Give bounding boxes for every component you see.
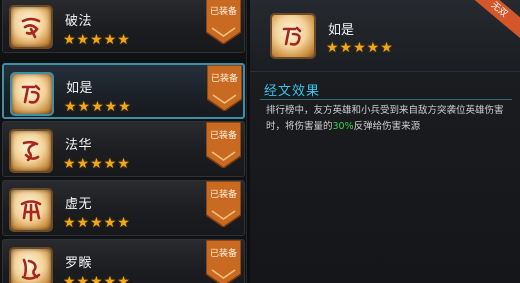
detail-rating-stars: ★★★★★ bbox=[326, 40, 394, 56]
rune-luohou-icon bbox=[9, 247, 53, 283]
rune-rushi-icon bbox=[10, 72, 54, 116]
detail-panel: 如是 ★★★★★ 无双 经文效果 排行榜中，友方英雄和小兵受到来自敌方突袭位英雄… bbox=[250, 0, 520, 283]
rating-stars: ★★★★★ bbox=[63, 156, 131, 172]
list-item[interactable]: 罗睺 ★★★★★ 已装备 bbox=[2, 239, 245, 283]
list-item[interactable]: 法华 ★★★★★ 已装备 bbox=[2, 121, 245, 177]
item-name: 破法 bbox=[65, 14, 93, 29]
item-name: 罗睺 bbox=[65, 256, 93, 271]
desc-text-end: 反弹给伤害来源 bbox=[353, 121, 421, 132]
rating-stars: ★★★★★ bbox=[63, 274, 131, 283]
scripture-list: 破法 ★★★★★ 已装备 如是 ★★★★★ 已装备 法华 ★★★★★ 已装备 虚… bbox=[0, 0, 247, 283]
ribbon-label: 无双 bbox=[488, 0, 510, 20]
rating-stars: ★★★★★ bbox=[63, 215, 131, 231]
rating-stars: ★★★★★ bbox=[64, 99, 132, 115]
corner-ribbon: 无双 bbox=[467, 0, 520, 39]
item-name: 如是 bbox=[66, 81, 94, 96]
equipped-label: 已装备 bbox=[209, 131, 237, 141]
section-divider bbox=[260, 99, 512, 100]
item-name: 法华 bbox=[65, 138, 93, 153]
effect-description: 排行榜中，友方英雄和小兵受到来自敌方突袭位英雄伤害时，将伤害量的30%反弹给伤害… bbox=[266, 103, 514, 135]
list-item-selected[interactable]: 如是 ★★★★★ 已装备 bbox=[2, 63, 245, 119]
equipped-label: 已装备 bbox=[209, 249, 237, 259]
equipped-badge: 已装备 bbox=[207, 65, 242, 111]
rune-xuwu-icon bbox=[9, 188, 53, 232]
list-item[interactable]: 虚无 ★★★★★ 已装备 bbox=[2, 180, 245, 236]
equipped-badge: 已装备 bbox=[206, 122, 241, 168]
detail-header: 如是 ★★★★★ 无双 bbox=[250, 0, 520, 72]
rating-stars: ★★★★★ bbox=[63, 32, 131, 48]
rune-fahua-icon bbox=[9, 129, 53, 173]
detail-name: 如是 bbox=[328, 23, 355, 38]
item-name: 虚无 bbox=[65, 197, 93, 212]
list-item[interactable]: 破法 ★★★★★ 已装备 bbox=[2, 0, 245, 53]
equipped-label: 已装备 bbox=[209, 190, 237, 200]
rune-pofa-icon bbox=[9, 5, 53, 49]
equipped-badge: 已装备 bbox=[206, 0, 241, 44]
equipped-badge: 已装备 bbox=[206, 181, 241, 227]
desc-highlight: 30% bbox=[332, 121, 354, 132]
section-title: 经文效果 bbox=[264, 84, 321, 99]
rune-rushi-icon bbox=[270, 13, 316, 59]
equipped-label: 已装备 bbox=[209, 7, 237, 17]
equipped-label: 已装备 bbox=[210, 74, 238, 84]
equipped-badge: 已装备 bbox=[206, 240, 241, 283]
